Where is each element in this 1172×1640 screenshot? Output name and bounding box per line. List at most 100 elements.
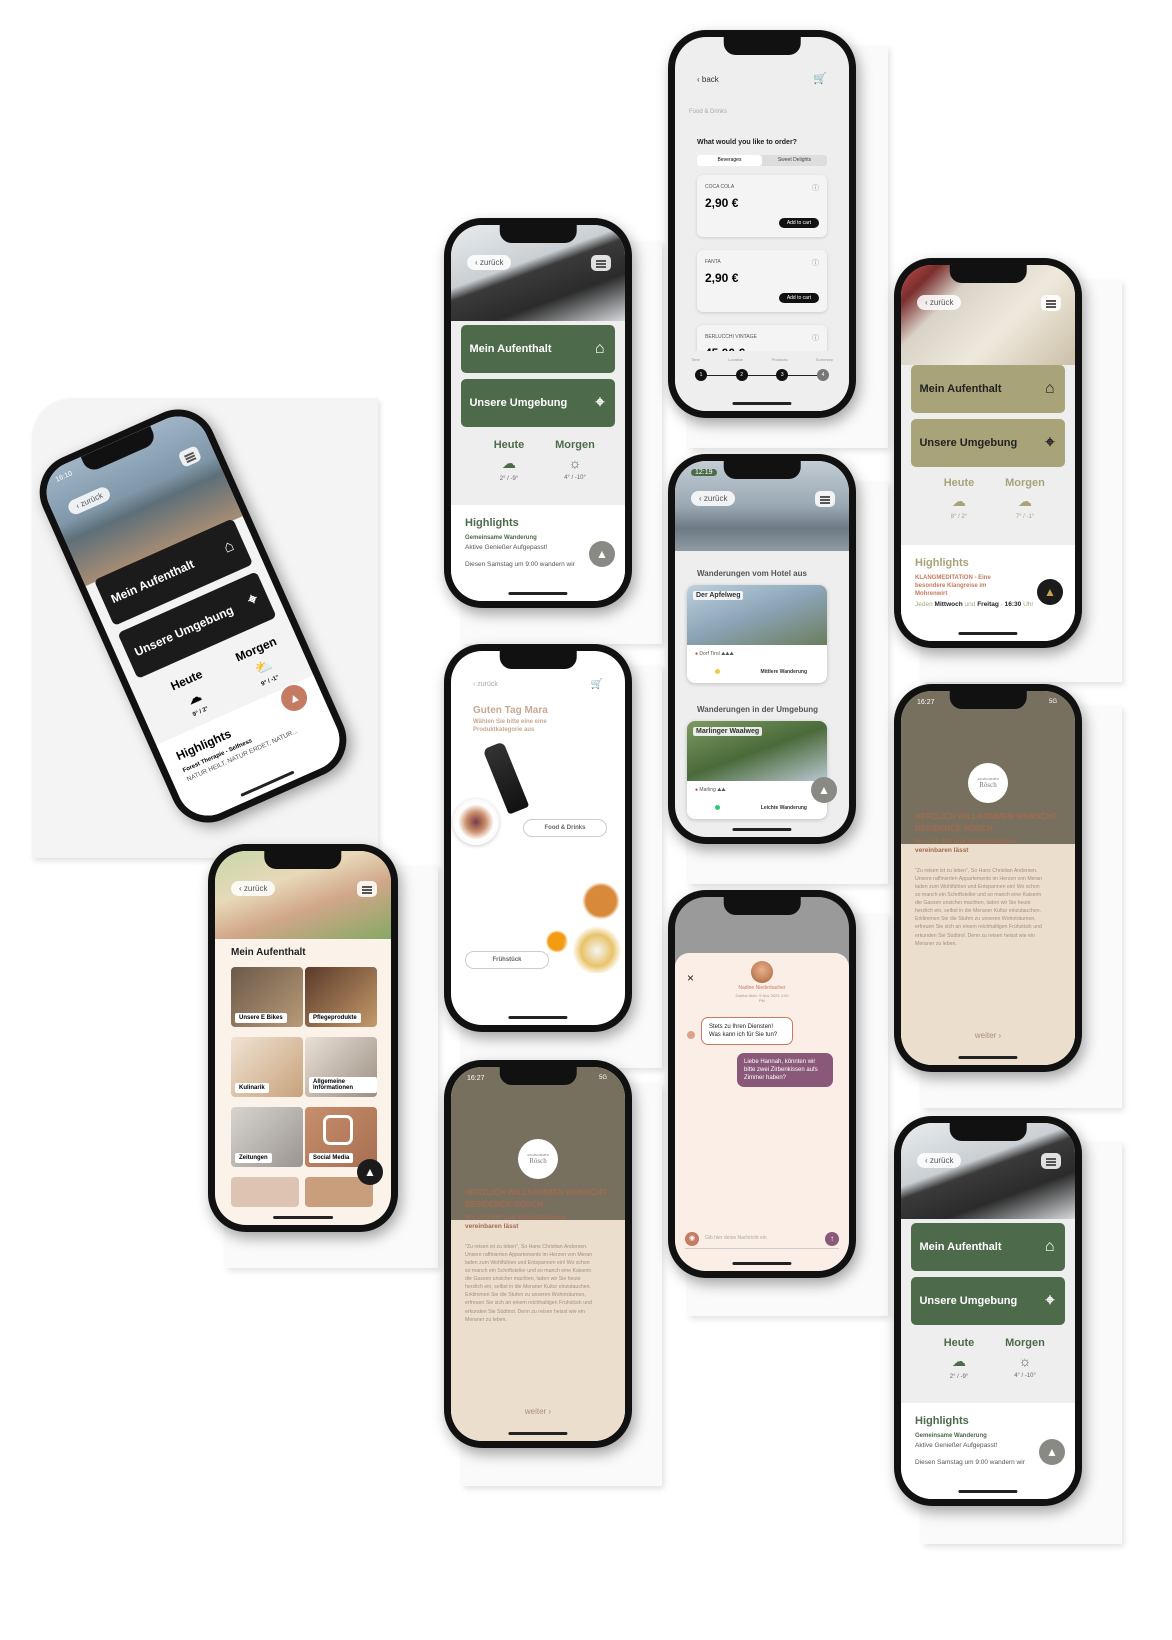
camera-icon[interactable]: ◉: [685, 1232, 699, 1246]
phone-welcome-right: 16:27 5G ANGEKOMMEN Rösch HERZLICH WILLK…: [894, 684, 1082, 1072]
phone-stay-grid: ‹ zurück Mein Aufenthalt Unsere E Bikes …: [208, 844, 398, 1232]
back-button[interactable]: ‹ zurück: [231, 881, 276, 896]
screen: × Nadine Niederbacher Zuletzt Aktiv: 9 N…: [675, 897, 849, 1271]
cloud-icon: ☁: [952, 1353, 966, 1369]
chat-sheet: × Nadine Niederbacher Zuletzt Aktiv: 9 N…: [675, 953, 849, 1271]
location-pin-icon: ●: [695, 787, 699, 793]
highlight-text: Uhr: [1023, 601, 1034, 609]
screen: 16:27 5G ANGEKOMMEN Rösch HERZLICH WILLK…: [451, 1067, 625, 1441]
card-mein-aufenthalt[interactable]: Mein Aufenthalt ⌂: [461, 325, 615, 373]
step-dot[interactable]: 3: [776, 369, 789, 381]
tile-allgemeine-informationen[interactable]: Allgemeine Informationen: [305, 1037, 378, 1097]
weather-temp: 4° / -10°: [564, 475, 586, 481]
info-icon[interactable]: ⓘ: [812, 333, 819, 343]
welcome-text: "Zu reisen ist zu leben", So Hans Christ…: [915, 868, 1043, 947]
message-avatar: [687, 1031, 695, 1039]
card-label: Mein Aufenthalt: [919, 383, 1002, 395]
info-icon[interactable]: ⓘ: [812, 258, 819, 268]
logo-text: Rösch: [979, 781, 997, 789]
back-button[interactable]: ‹ zurück: [917, 1153, 962, 1168]
back-button[interactable]: ‹ zurück: [467, 255, 512, 270]
tile-e-bikes[interactable]: Unsere E Bikes: [231, 967, 304, 1027]
screen: ‹ zurück Mein Aufenthalt ⌂ Unsere Umgebu…: [901, 1123, 1075, 1499]
screen: ‹ zurück Mein Aufenthalt ⌂ Unsere Umgebu…: [901, 265, 1075, 641]
screen: 12:19 ‹ zurück Wanderungen vom Hotel aus…: [675, 461, 849, 837]
service-bell-button[interactable]: ▲: [357, 1159, 383, 1185]
last-seen: Zuletzt Aktiv: 9 Nov 2021 4:00 PM: [735, 993, 789, 1004]
service-bell-button[interactable]: ▲: [1039, 1439, 1065, 1465]
home-indicator: [508, 592, 568, 595]
back-button[interactable]: ‹ zurück: [691, 491, 736, 506]
card-unsere-umgebung[interactable]: Unsere Umgebung ⌖: [911, 419, 1065, 467]
page-title: Mein Aufenthalt: [231, 947, 306, 958]
step-dot[interactable]: 2: [735, 369, 748, 381]
card-label: Unsere Umgebung: [919, 1295, 1018, 1307]
back-button[interactable]: ‹ back: [697, 75, 719, 84]
card-label: Mein Aufenthalt: [469, 343, 552, 355]
highlight-text: Jeden: [915, 601, 933, 609]
highlight-text: -: [1000, 601, 1003, 609]
tile-kulinarik[interactable]: Kulinarik: [231, 1037, 304, 1097]
screen: ‹ zurück Mein Aufenthalt Unsere E Bikes …: [215, 851, 391, 1225]
home-indicator: [732, 402, 792, 405]
add-to-cart-button[interactable]: Add to cart: [778, 218, 819, 228]
service-bell-button[interactable]: ▲: [1037, 579, 1063, 605]
send-icon[interactable]: ↑: [825, 1232, 839, 1246]
service-bell-button[interactable]: ▲: [811, 777, 837, 803]
phone-chat: × Nadine Niederbacher Zuletzt Aktiv: 9 N…: [668, 890, 856, 1278]
residence-logo: ANGEKOMMEN Rösch: [518, 1139, 558, 1179]
order-question: What would you like to order?: [697, 139, 797, 146]
section-heading: Wanderungen vom Hotel aus: [697, 569, 807, 578]
location-pin-icon: ⌖: [595, 394, 605, 411]
highlight-title[interactable]: KLANGMEDITATION - Eine besondere Klangre…: [915, 575, 1015, 598]
tile-social-media[interactable]: Social Media: [305, 1107, 378, 1167]
menu-button[interactable]: [357, 881, 377, 897]
tab-sweet-delights[interactable]: Sweet Delights: [762, 155, 827, 166]
add-to-cart-button[interactable]: Add to cart: [778, 293, 819, 303]
menu-button[interactable]: [591, 255, 611, 271]
close-icon[interactable]: ×: [687, 971, 694, 985]
step-dot[interactable]: 1: [695, 369, 707, 381]
message-incoming: Stets zu Ihren Diensten! Was kann ich fü…: [701, 1017, 793, 1046]
breakfast-button[interactable]: Frühstück: [465, 951, 549, 969]
hike-card[interactable]: Der Apfelweg ● Dorf Tirol ⛰⛰⛰ Mittlere W…: [687, 585, 827, 683]
menu-button[interactable]: [815, 491, 835, 507]
cart-icon[interactable]: 🛒: [813, 72, 827, 85]
screen: ‹ zurück 🛒 Guten Tag Mara Wählen Sie bit…: [451, 651, 625, 1025]
card-unsere-umgebung[interactable]: Unsere Umgebung ⌖: [461, 379, 615, 427]
hike-card[interactable]: Marlinger Waalweg ● Marling ⛰⛰ Leichte W…: [687, 721, 827, 819]
menu-button[interactable]: [1041, 1153, 1061, 1169]
tile-pflegeprodukte[interactable]: Pflegeprodukte: [305, 967, 378, 1027]
screen: ‹ zurück Mein Aufenthalt ⌂ Unsere Umgebu…: [451, 225, 625, 601]
food-drinks-button[interactable]: Food & Drinks: [523, 819, 607, 837]
tab-beverages[interactable]: Beverages: [697, 155, 762, 166]
service-bell-button[interactable]: ▲: [589, 541, 615, 567]
tile-zeitungen[interactable]: Zeitungen: [231, 1107, 304, 1167]
back-button[interactable]: ‹ zurück: [917, 295, 962, 310]
step-dots: 1 2 3 4: [695, 369, 829, 381]
menu-button[interactable]: [1041, 295, 1061, 311]
highlights-heading: Highlights: [915, 557, 969, 569]
home-indicator: [732, 1262, 792, 1265]
step-dot[interactable]: 4: [816, 369, 829, 381]
rain-cloud-icon: ☁: [952, 493, 966, 509]
highlight-title[interactable]: Gemeinsame Wanderung: [465, 535, 611, 541]
back-button[interactable]: ‹ zurück: [473, 681, 498, 688]
greeting: Guten Tag Mara: [473, 705, 548, 716]
info-icon[interactable]: ⓘ: [812, 183, 819, 193]
cart-icon[interactable]: 🛒: [591, 679, 603, 690]
service-bell-icon: ▲: [1046, 1445, 1058, 1459]
next-button[interactable]: weiter ›: [451, 1407, 625, 1416]
weather-temp: 7° / -1°: [1015, 514, 1035, 520]
home-indicator: [508, 1432, 568, 1435]
notch: [499, 651, 577, 669]
category-tabs: Beverages Sweet Delights: [697, 155, 827, 166]
message-input[interactable]: ◉ Gib hier deine Nachricht ein ↑: [685, 1230, 839, 1249]
next-button[interactable]: weiter ›: [901, 1031, 1075, 1040]
product-price: 2,90 €: [705, 271, 739, 285]
card-unsere-umgebung[interactable]: Unsere Umgebung ⌖: [911, 1277, 1065, 1325]
card-mein-aufenthalt[interactable]: Mein Aufenthalt ⌂: [911, 365, 1065, 413]
tile-label: Zeitungen: [235, 1153, 272, 1163]
card-mein-aufenthalt[interactable]: Mein Aufenthalt ⌂: [911, 1223, 1065, 1271]
highlight-title[interactable]: Gemeinsame Wanderung: [915, 1433, 1061, 1439]
